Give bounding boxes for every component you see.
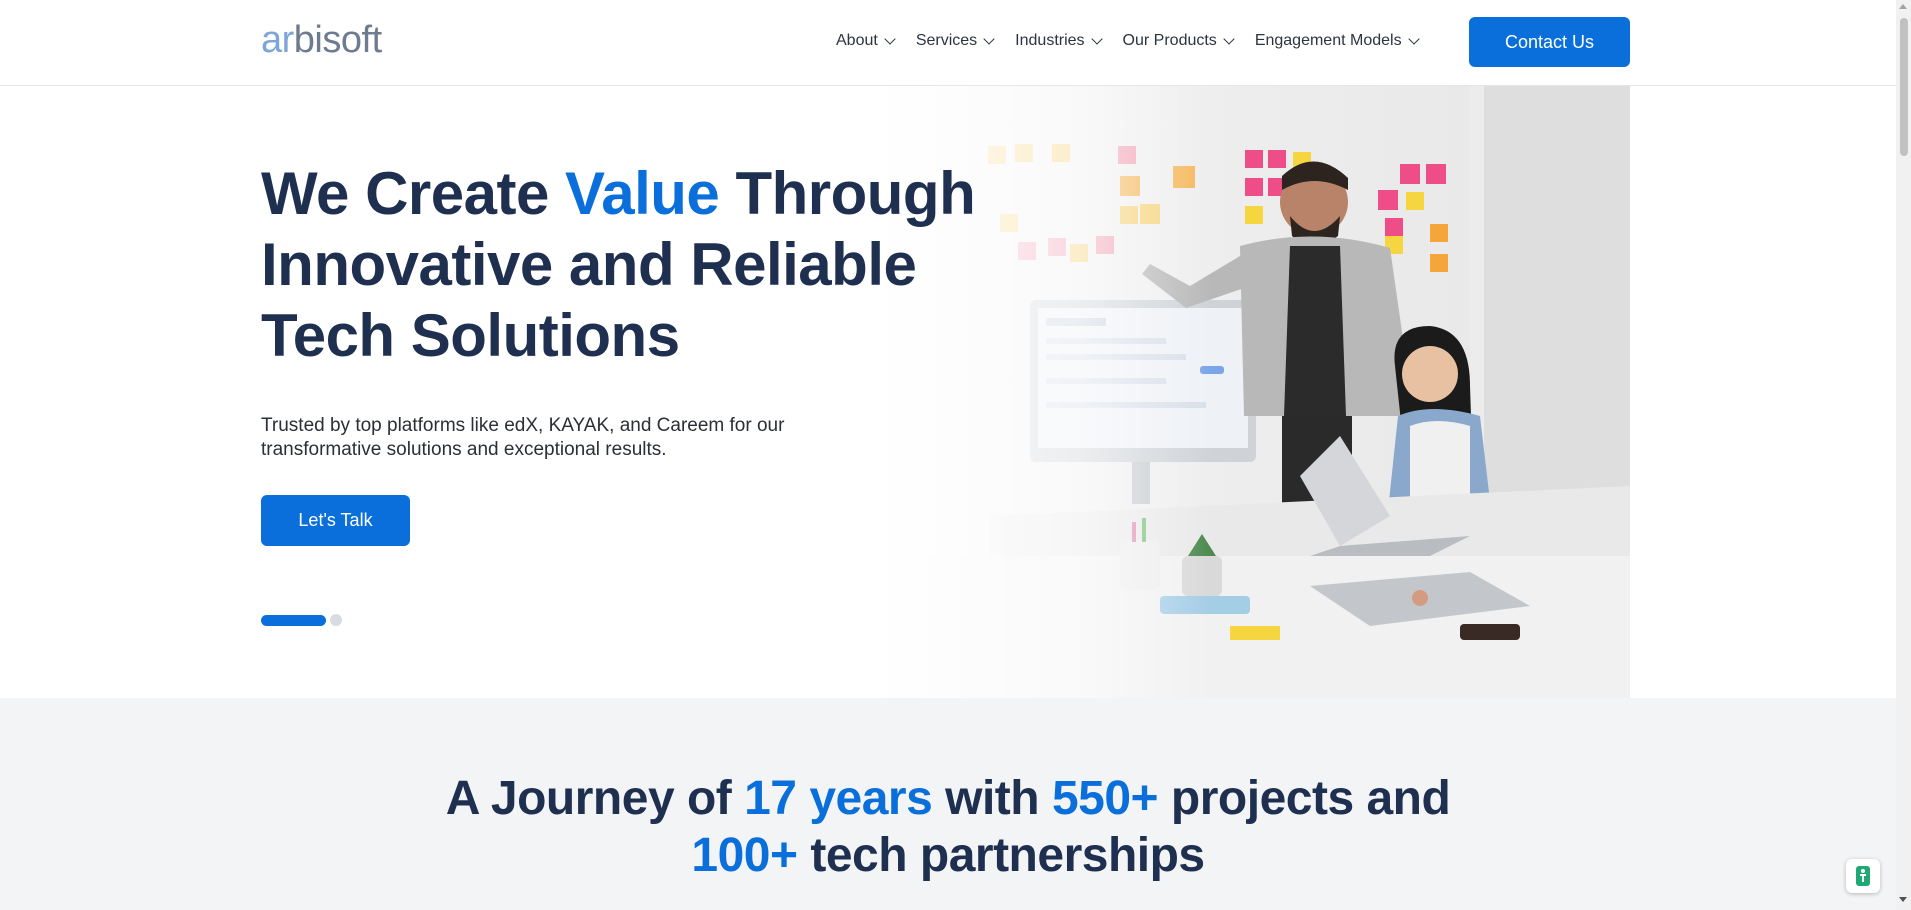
hero-title: We Create Value Through Innovative and R… bbox=[261, 160, 976, 369]
accessibility-widget-button[interactable] bbox=[1846, 859, 1880, 893]
chevron-down-icon bbox=[1407, 33, 1420, 45]
nav-item-label: About bbox=[836, 32, 878, 49]
nav-item-services[interactable]: Services bbox=[915, 28, 995, 54]
nav-item-label: Industries bbox=[1015, 32, 1085, 49]
site-header: arbisoft About Services Industries Our P… bbox=[0, 0, 1896, 86]
arbisoft-logo[interactable]: arbisoft bbox=[261, 18, 382, 62]
slider-dot-active[interactable] bbox=[261, 614, 326, 626]
nav-item-our-products[interactable]: Our Products bbox=[1122, 28, 1235, 54]
scroll-up-arrow-icon[interactable] bbox=[1899, 4, 1907, 9]
slider-dot[interactable] bbox=[330, 614, 342, 626]
contact-us-button[interactable]: Contact Us bbox=[1469, 17, 1630, 67]
hero-subtitle: Trusted by top platforms like edX, KAYAK… bbox=[261, 415, 785, 460]
lets-talk-button[interactable]: Let's Talk bbox=[261, 495, 410, 546]
nav-item-about[interactable]: About bbox=[836, 28, 896, 54]
chevron-down-icon bbox=[983, 33, 995, 45]
scrollbar-thumb[interactable] bbox=[1900, 18, 1908, 156]
nav-item-label: Engagement Models bbox=[1254, 32, 1402, 49]
chevron-down-icon bbox=[1090, 33, 1103, 45]
chevron-down-icon bbox=[884, 33, 896, 45]
nav-item-industries[interactable]: Industries bbox=[1015, 28, 1103, 54]
journey-title: A Journey of 17 years with 550+ projects… bbox=[445, 772, 1451, 882]
nav-item-engagement-models[interactable]: Engagement Models bbox=[1254, 28, 1420, 54]
accessibility-icon bbox=[1856, 866, 1870, 886]
chevron-down-icon bbox=[1223, 33, 1235, 45]
nav-item-label: Our Products bbox=[1122, 32, 1217, 49]
main-nav: About Services Industries Our Products E… bbox=[836, 28, 1440, 54]
hero-section: We Create Value Through Innovative and R… bbox=[0, 86, 1896, 698]
slider-pagination bbox=[261, 614, 342, 626]
nav-item-label: Services bbox=[915, 32, 978, 49]
hero-text: We Create Value Through Innovative and R… bbox=[261, 158, 1021, 371]
scroll-down-arrow-icon[interactable] bbox=[1899, 897, 1907, 902]
journey-section: A Journey of 17 years with 550+ projects… bbox=[0, 698, 1896, 910]
page-scrollbar[interactable] bbox=[1896, 0, 1911, 910]
